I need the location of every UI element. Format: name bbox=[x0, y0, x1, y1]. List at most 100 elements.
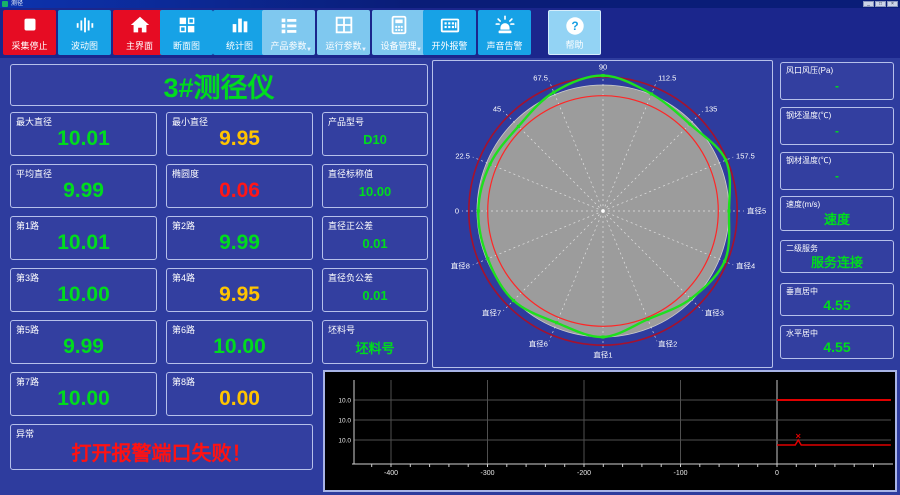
measurement-value: 9.95 bbox=[219, 283, 260, 306]
measurement-value: 9.95 bbox=[219, 127, 260, 150]
svg-text:直径5: 直径5 bbox=[747, 206, 766, 216]
gauge-title-box: 3#测径仪 bbox=[10, 64, 428, 106]
cross-section-chart: 直径5 157.5 135 112.5 90 67.5 45 22.5 0 直径8 直径7 直径6 直径… bbox=[451, 63, 766, 360]
toolbar-button-sound-alarm[interactable]: 声音告警 bbox=[478, 10, 531, 55]
measurement-box: 产品型号 D10 bbox=[322, 112, 428, 156]
grid-icon bbox=[333, 14, 355, 36]
siren-icon bbox=[494, 14, 516, 36]
measurement-value: 10.00 bbox=[213, 335, 266, 358]
cross-section-chart-panel: 直径5 157.5 135 112.5 90 67.5 45 22.5 0 直径8 直径7 直径6 直径… bbox=[432, 60, 773, 368]
status-box: 钢坯温度(℃) - bbox=[780, 107, 894, 145]
toolbar-button-wave-chart[interactable]: 波动图 bbox=[58, 10, 111, 55]
measurement-value: 9.99 bbox=[63, 179, 104, 202]
toolbar-button-external-alarm[interactable]: 开外报警 bbox=[423, 10, 476, 55]
svg-text:0: 0 bbox=[455, 207, 459, 216]
list-icon bbox=[278, 14, 300, 36]
trend-chart-panel: 10.0 10.0 10.0 -400 -300 -200 -100 0 bbox=[323, 370, 897, 492]
toolbar-button-product-params[interactable]: 产品参数 ▼ bbox=[262, 10, 315, 55]
window-title: 测径 bbox=[11, 1, 24, 7]
app-icon bbox=[2, 1, 8, 7]
svg-text:0: 0 bbox=[775, 470, 779, 477]
toolbar-button-label: 统计图 bbox=[225, 41, 253, 51]
measurement-box: 第8路 0.00 bbox=[166, 372, 313, 416]
svg-text:直径6: 直径6 bbox=[529, 339, 548, 349]
measurement-box: 第1路 10.01 bbox=[10, 216, 157, 260]
toolbar-button-label: 断面图 bbox=[172, 41, 200, 51]
alarm-box: 异常 打开报警端口失败！ bbox=[10, 424, 313, 470]
status-box: 水平居中 4.55 bbox=[780, 325, 894, 359]
toolbar-button-run-params[interactable]: 运行参数 ▼ bbox=[317, 10, 370, 55]
svg-text:135: 135 bbox=[705, 105, 718, 114]
measurement-value: 10.00 bbox=[57, 283, 110, 306]
home-icon bbox=[129, 14, 151, 36]
measurement-box: 最大直径 10.01 bbox=[10, 112, 157, 156]
svg-text:?: ? bbox=[571, 19, 578, 33]
device-icon bbox=[388, 14, 410, 36]
measurement-value: 10.01 bbox=[57, 127, 110, 150]
status-box: 钢材温度(℃) - bbox=[780, 152, 894, 190]
window-controls: _ □ × bbox=[863, 1, 898, 7]
maximize-button[interactable]: □ bbox=[875, 1, 886, 7]
status-box: 风口风压(Pa) - bbox=[780, 62, 894, 100]
toolbar-button-label: 主界面 bbox=[125, 41, 153, 51]
measurement-box: 第2路 9.99 bbox=[166, 216, 313, 260]
alarm-message: 打开报警端口失败！ bbox=[71, 442, 252, 465]
measurement-box: 直径标称值 10.00 bbox=[322, 164, 428, 208]
svg-text:22.5: 22.5 bbox=[455, 151, 470, 160]
toolbar-button-stats-chart[interactable]: 统计图 bbox=[213, 10, 266, 55]
measurement-value: 10.00 bbox=[358, 183, 392, 199]
app-window: 测径 _ □ × 采集停止 波动图 主界面 断面图 统计图 产品参数 ▼ 运行参数 ▼ 设备管理 ▼… bbox=[0, 0, 900, 495]
chevron-down-icon: ▼ bbox=[361, 47, 367, 53]
status-value: - bbox=[835, 79, 839, 93]
toolbar-button-stop-collect[interactable]: 采集停止 bbox=[3, 10, 56, 55]
svg-text:-100: -100 bbox=[673, 470, 687, 477]
measurement-value: 0.01 bbox=[362, 235, 388, 251]
measurement-box: 第4路 9.95 bbox=[166, 268, 313, 312]
measurement-box: 第3路 10.00 bbox=[10, 268, 157, 312]
measurement-value: 9.99 bbox=[63, 335, 104, 358]
toolbar-button-label: 采集停止 bbox=[11, 41, 48, 51]
svg-text:-400: -400 bbox=[384, 470, 398, 477]
svg-text:112.5: 112.5 bbox=[658, 73, 676, 82]
measurement-box: 直径正公差 0.01 bbox=[322, 216, 428, 260]
measurement-box: 直径负公差 0.01 bbox=[322, 268, 428, 312]
status-box: 二级服务 服务连接 bbox=[780, 240, 894, 273]
titlebar: 测径 _ □ × bbox=[0, 0, 900, 8]
measurement-value: 0.00 bbox=[219, 387, 260, 410]
toolbar-button-help[interactable]: ? 帮助 bbox=[548, 10, 601, 55]
measurement-box: 最小直径 9.95 bbox=[166, 112, 313, 156]
svg-text:45: 45 bbox=[493, 105, 501, 114]
svg-text:直径8: 直径8 bbox=[451, 261, 470, 271]
toolbar-button-label: 帮助 bbox=[565, 40, 584, 50]
measurement-value: 0.01 bbox=[362, 287, 388, 303]
status-value: 服务连接 bbox=[810, 255, 863, 270]
waveform-icon bbox=[74, 14, 96, 36]
toolbar-button-label: 开外报警 bbox=[431, 41, 468, 51]
svg-text:-200: -200 bbox=[577, 470, 591, 477]
measurement-value: 10.00 bbox=[57, 387, 110, 410]
panel-icon bbox=[439, 14, 461, 36]
measurement-value: D10 bbox=[363, 131, 387, 147]
toolbar-button-main-screen[interactable]: 主界面 bbox=[113, 10, 166, 55]
measurement-value: 10.01 bbox=[57, 231, 110, 254]
minimize-button[interactable]: _ bbox=[863, 1, 874, 7]
toolbar-button-device-mgmt[interactable]: 设备管理 ▼ bbox=[372, 10, 425, 55]
svg-text:10.0: 10.0 bbox=[338, 438, 351, 445]
measurement-box: 第6路 10.00 bbox=[166, 320, 313, 364]
toolbar-button-label: 波动图 bbox=[70, 41, 98, 51]
barchart-icon bbox=[229, 14, 251, 36]
status-value: 4.55 bbox=[823, 339, 851, 355]
status-value: 4.55 bbox=[823, 296, 851, 313]
close-button[interactable]: × bbox=[887, 1, 898, 7]
svg-text:157.5: 157.5 bbox=[736, 151, 755, 160]
svg-text:直径2: 直径2 bbox=[658, 339, 677, 349]
measurement-box: 第7路 10.00 bbox=[10, 372, 157, 416]
measurement-box: 平均直径 9.99 bbox=[10, 164, 157, 208]
tiles-icon bbox=[176, 14, 198, 36]
svg-text:直径7: 直径7 bbox=[482, 307, 501, 317]
measurement-box: 椭圆度 0.06 bbox=[166, 164, 313, 208]
toolbar-button-section-chart[interactable]: 断面图 bbox=[160, 10, 213, 55]
svg-text:67.5: 67.5 bbox=[533, 73, 548, 82]
trend-chart: 10.0 10.0 10.0 -400 -300 -200 -100 0 bbox=[338, 380, 893, 477]
svg-text:直径4: 直径4 bbox=[736, 261, 755, 271]
